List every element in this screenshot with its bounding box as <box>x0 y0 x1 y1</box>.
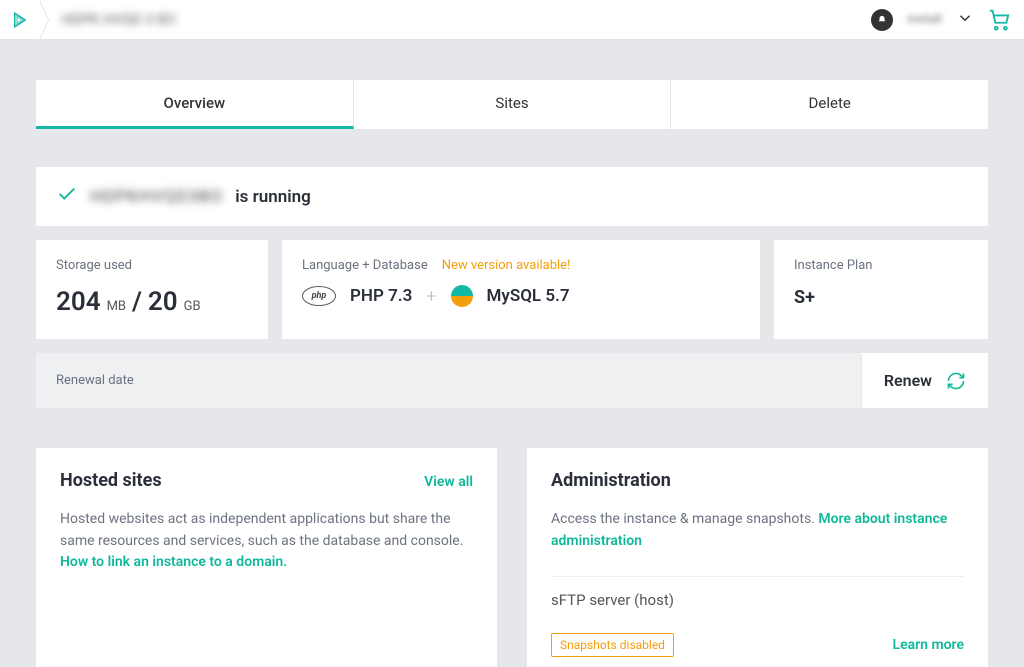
storage-separator: / <box>132 287 142 317</box>
hosted-sites-text: Hosted websites act as independent appli… <box>60 509 473 574</box>
tab-bar: Overview Sites Delete <box>36 80 988 129</box>
plan-value: S+ <box>794 287 968 308</box>
plan-label: Instance Plan <box>794 258 968 273</box>
php-version: PHP 7.3 <box>350 286 412 306</box>
php-icon: php <box>302 286 336 306</box>
view-all-link[interactable]: View all <box>424 474 473 490</box>
hosted-sites-desc: Hosted websites act as independent appli… <box>60 511 463 549</box>
bottom-panels: Hosted sites View all Hosted websites ac… <box>36 448 988 667</box>
tab-sites[interactable]: Sites <box>354 80 672 129</box>
snapshots-disabled-badge: Snapshots disabled <box>551 633 674 657</box>
renewal-label: Renewal date <box>36 353 861 408</box>
user-menu-chevron-icon[interactable] <box>956 9 974 31</box>
username: install <box>907 12 942 27</box>
sftp-row[interactable]: sFTP server (host) <box>551 576 964 623</box>
breadcrumb: HDPK HVQD 3 BO <box>62 12 176 28</box>
storage-total-unit: GB <box>184 299 201 314</box>
avatar[interactable] <box>871 9 893 31</box>
storage-used: 204 <box>56 287 101 317</box>
status-text: is running <box>235 187 311 207</box>
bell-icon <box>877 15 887 25</box>
top-bar: HDPK HVQD 3 BO install <box>0 0 1024 40</box>
storage-total: 20 <box>148 287 178 317</box>
storage-value: 204 MB / 20 GB <box>56 287 248 317</box>
top-right: install <box>871 9 1010 31</box>
tab-overview[interactable]: Overview <box>36 80 354 129</box>
lang-db-label: Language + Database <box>302 258 428 273</box>
new-version-notice[interactable]: New version available! <box>442 258 571 273</box>
hosted-sites-panel: Hosted sites View all Hosted websites ac… <box>36 448 497 667</box>
renew-button[interactable]: Renew <box>861 354 988 408</box>
administration-desc: Access the instance & manage snapshots. <box>551 511 818 527</box>
hosted-sites-title: Hosted sites <box>60 470 162 491</box>
storage-used-unit: MB <box>107 299 126 314</box>
cart-icon[interactable] <box>988 9 1010 31</box>
admin-footer: Snapshots disabled Learn more <box>551 633 964 657</box>
logo-icon <box>11 11 29 29</box>
lang-db-card: Language + Database New version availabl… <box>282 240 760 339</box>
tab-delete[interactable]: Delete <box>671 80 988 129</box>
lang-db-row: php PHP 7.3 + MySQL 5.7 <box>302 285 740 307</box>
refresh-icon <box>946 371 966 391</box>
mysql-version: MySQL 5.7 <box>487 286 570 306</box>
renewal-row: Renewal date Renew <box>36 353 988 408</box>
status-card: HDPKHVQD3BO is running <box>36 167 988 226</box>
status-check-icon <box>56 183 78 210</box>
administration-panel: Administration Access the instance & man… <box>527 448 988 667</box>
administration-text: Access the instance & manage snapshots. … <box>551 509 964 552</box>
learn-more-link[interactable]: Learn more <box>893 637 964 653</box>
page-content: Overview Sites Delete HDPKHVQD3BO is run… <box>0 80 1024 667</box>
status-instance-name: HDPKHVQD3BO <box>90 187 223 207</box>
renew-button-label: Renew <box>884 371 932 390</box>
app-logo[interactable] <box>0 0 40 40</box>
storage-label: Storage used <box>56 258 248 273</box>
administration-title: Administration <box>551 470 671 491</box>
mysql-icon <box>451 285 473 307</box>
link-instance-domain-link[interactable]: How to link an instance to a domain. <box>60 554 287 570</box>
plan-card: Instance Plan S+ <box>774 240 988 339</box>
storage-card: Storage used 204 MB / 20 GB <box>36 240 268 339</box>
plus-separator-icon: + <box>426 286 436 307</box>
info-card-row: Storage used 204 MB / 20 GB Language + D… <box>36 240 988 339</box>
